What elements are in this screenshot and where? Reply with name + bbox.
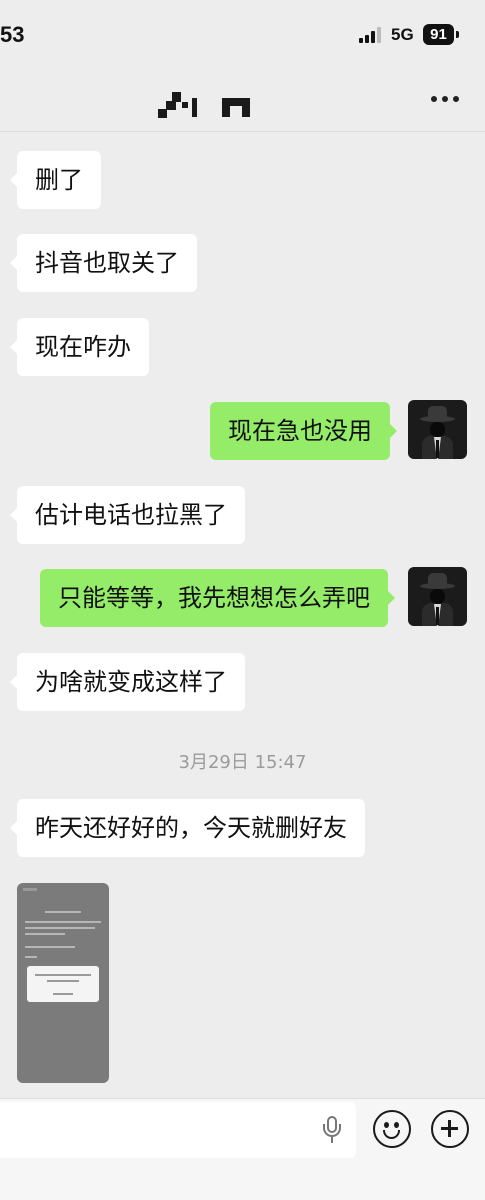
incoming-message[interactable]: 抖音也取关了: [10, 234, 197, 292]
outgoing-message[interactable]: 只能等等，我先想想怎么弄吧: [40, 569, 395, 627]
input-toolbar: [0, 1098, 485, 1200]
incoming-message[interactable]: 删了: [10, 151, 101, 209]
message-input[interactable]: [0, 1102, 356, 1158]
self-avatar[interactable]: [408, 400, 467, 459]
more-dots-icon[interactable]: [431, 96, 459, 104]
cellular-signal-icon: [359, 27, 383, 43]
microphone-icon[interactable]: [322, 1116, 342, 1146]
self-avatar[interactable]: [408, 567, 467, 626]
emoji-icon[interactable]: [373, 1110, 411, 1148]
battery-level: 91: [423, 24, 454, 45]
image-message-thumbnail[interactable]: [17, 883, 109, 1083]
status-time: 53: [0, 22, 25, 47]
contact-name-redacted[interactable]: [158, 92, 250, 118]
status-bar: 53 5G 91: [0, 0, 485, 70]
network-type: 5G: [391, 25, 414, 44]
incoming-message[interactable]: 为啥就变成这样了: [10, 653, 245, 711]
chat-header: [0, 70, 485, 132]
message-list[interactable]: 删了 抖音也取关了 现在咋办 现在急也没用 估计电话也拉黑了 只能等等，我先想想…: [0, 132, 485, 1098]
add-icon[interactable]: [431, 1110, 469, 1148]
incoming-message[interactable]: 昨天还好好的，今天就删好友: [10, 799, 365, 857]
battery-icon: [456, 31, 459, 38]
message-timestamp: 3月29日 15:47: [178, 752, 307, 773]
outgoing-message[interactable]: 现在急也没用: [210, 402, 397, 460]
incoming-message[interactable]: 估计电话也拉黑了: [10, 486, 245, 544]
incoming-message[interactable]: 现在咋办: [10, 318, 149, 376]
